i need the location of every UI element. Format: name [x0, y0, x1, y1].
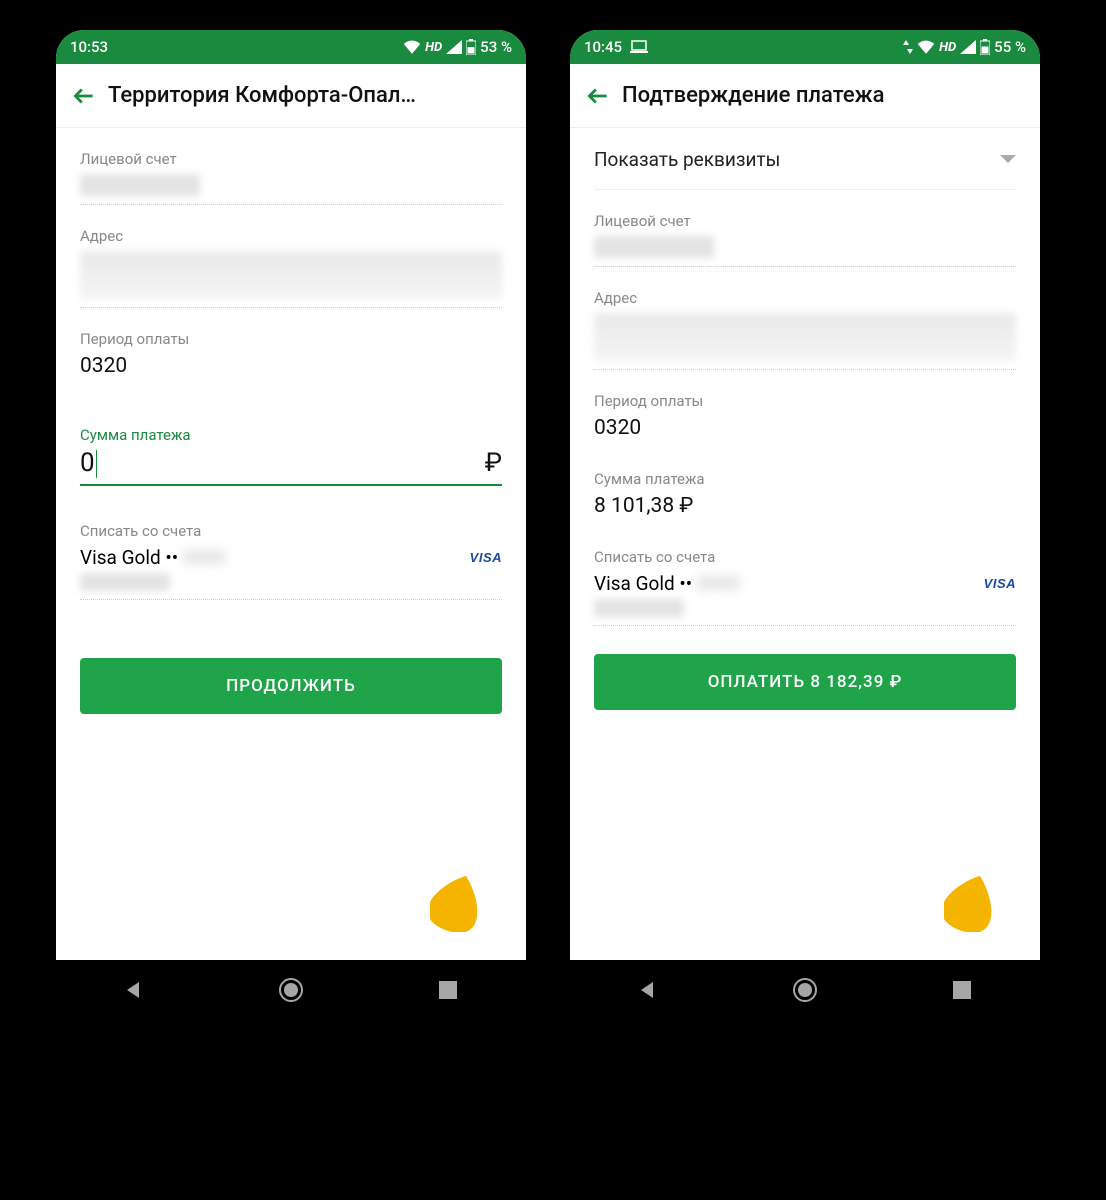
pointer-icon: [430, 874, 482, 932]
label-amount: Сумма платежа: [80, 426, 502, 444]
field-account: Лицевой счет: [594, 190, 1016, 267]
text-cursor: [96, 450, 98, 478]
field-account: Лицевой счет: [80, 128, 502, 205]
field-amount[interactable]: Сумма платежа 0 ₽: [80, 386, 502, 486]
nav-bar: [570, 960, 1040, 1020]
status-icons: HD 53 %: [403, 38, 512, 56]
battery-icon: [466, 39, 476, 55]
content: Показать реквизиты Лицевой счет Адрес Пе…: [570, 128, 1040, 960]
show-details-row[interactable]: Показать реквизиты: [594, 128, 1016, 190]
field-source[interactable]: Списать со счета Visa Gold •• 0000 VISA: [594, 526, 1016, 626]
field-period: Период оплаты 0320: [594, 370, 1016, 448]
amount-input-row[interactable]: 0 ₽: [80, 444, 502, 484]
card-row[interactable]: Visa Gold •• 0000 VISA: [80, 540, 502, 573]
period-value: 0320: [80, 348, 502, 386]
address-value-blurred: [594, 313, 1016, 361]
pointer-icon: [944, 874, 996, 932]
arrow-left-icon: [585, 83, 611, 109]
battery-pct: 53 %: [480, 38, 512, 56]
label-period: Период оплаты: [594, 392, 1016, 410]
updown-icon: [903, 40, 913, 54]
field-amount: Сумма платежа 8 101,38 ₽: [594, 448, 1016, 526]
signal-icon: [960, 40, 976, 54]
card-balance-blurred: [594, 599, 684, 617]
account-value-blurred: [594, 236, 714, 258]
period-value: 0320: [594, 410, 1016, 448]
label-source: Списать со счета: [80, 522, 502, 540]
status-time: 10:53: [70, 38, 108, 56]
field-period: Период оплаты 0320: [80, 308, 502, 386]
card-row[interactable]: Visa Gold •• 0000 VISA: [594, 566, 1016, 599]
wifi-icon: [403, 40, 421, 54]
screen: 10:45 HD 55 % Подтверждение платежа Пока…: [570, 30, 1040, 960]
pay-button[interactable]: ОПЛАТИТЬ 8 182,39 ₽: [594, 654, 1016, 710]
arrow-left-icon: [71, 83, 97, 109]
back-button[interactable]: [578, 76, 618, 116]
nav-home[interactable]: [277, 976, 305, 1004]
back-button[interactable]: [64, 76, 104, 116]
card-balance-blurred: [80, 573, 170, 591]
phone-left: 10:53 HD 53 % Территория Комфорта-Опал… …: [56, 30, 526, 1020]
label-address: Адрес: [80, 227, 502, 245]
label-period: Период оплаты: [80, 330, 502, 348]
content: Лицевой счет Адрес Период оплаты 0320 Су…: [56, 128, 526, 960]
card-name: Visa Gold •• 0000: [594, 572, 740, 595]
wifi-icon: [917, 40, 935, 54]
account-value-blurred: [80, 174, 200, 196]
amount-value: 8 101,38 ₽: [594, 488, 1016, 526]
field-address: Адрес: [80, 205, 502, 308]
label-amount: Сумма платежа: [594, 470, 1016, 488]
battery-icon: [980, 39, 990, 55]
label-account: Лицевой счет: [594, 212, 1016, 230]
status-bar: 10:45 HD 55 %: [570, 30, 1040, 64]
currency-symbol: ₽: [485, 448, 502, 478]
battery-pct: 55 %: [994, 38, 1026, 56]
page-title: Подтверждение платежа: [618, 83, 1032, 108]
nav-bar: [56, 960, 526, 1020]
phone-right: 10:45 HD 55 % Подтверждение платежа Пока…: [570, 30, 1040, 1020]
visa-logo-icon: VISA: [470, 550, 502, 565]
nav-back[interactable]: [634, 976, 662, 1004]
status-icons: HD 55 %: [903, 38, 1026, 56]
label-address: Адрес: [594, 289, 1016, 307]
signal-icon: [446, 40, 462, 54]
status-time: 10:45: [584, 38, 622, 56]
screen: 10:53 HD 53 % Территория Комфорта-Опал… …: [56, 30, 526, 960]
card-name: Visa Gold •• 0000: [80, 546, 226, 569]
title-bar: Территория Комфорта-Опал…: [56, 64, 526, 128]
field-address: Адрес: [594, 267, 1016, 370]
label-account: Лицевой счет: [80, 150, 502, 168]
label-source: Списать со счета: [594, 548, 1016, 566]
page-title: Территория Комфорта-Опал…: [104, 83, 518, 108]
status-bar: 10:53 HD 53 %: [56, 30, 526, 64]
hd-icon: HD: [939, 40, 956, 55]
address-value-blurred: [80, 251, 502, 299]
nav-home[interactable]: [791, 976, 819, 1004]
show-details-label: Показать реквизиты: [594, 148, 780, 171]
title-bar: Подтверждение платежа: [570, 64, 1040, 128]
amount-input[interactable]: 0: [80, 448, 97, 478]
continue-button[interactable]: ПРОДОЛЖИТЬ: [80, 658, 502, 714]
hd-icon: HD: [425, 40, 442, 55]
laptop-icon: [630, 40, 648, 54]
nav-recent[interactable]: [948, 976, 976, 1004]
field-source[interactable]: Списать со счета Visa Gold •• 0000 VISA: [80, 486, 502, 600]
nav-back[interactable]: [120, 976, 148, 1004]
visa-logo-icon: VISA: [984, 576, 1016, 591]
nav-recent[interactable]: [434, 976, 462, 1004]
chevron-down-icon: [1000, 155, 1016, 165]
